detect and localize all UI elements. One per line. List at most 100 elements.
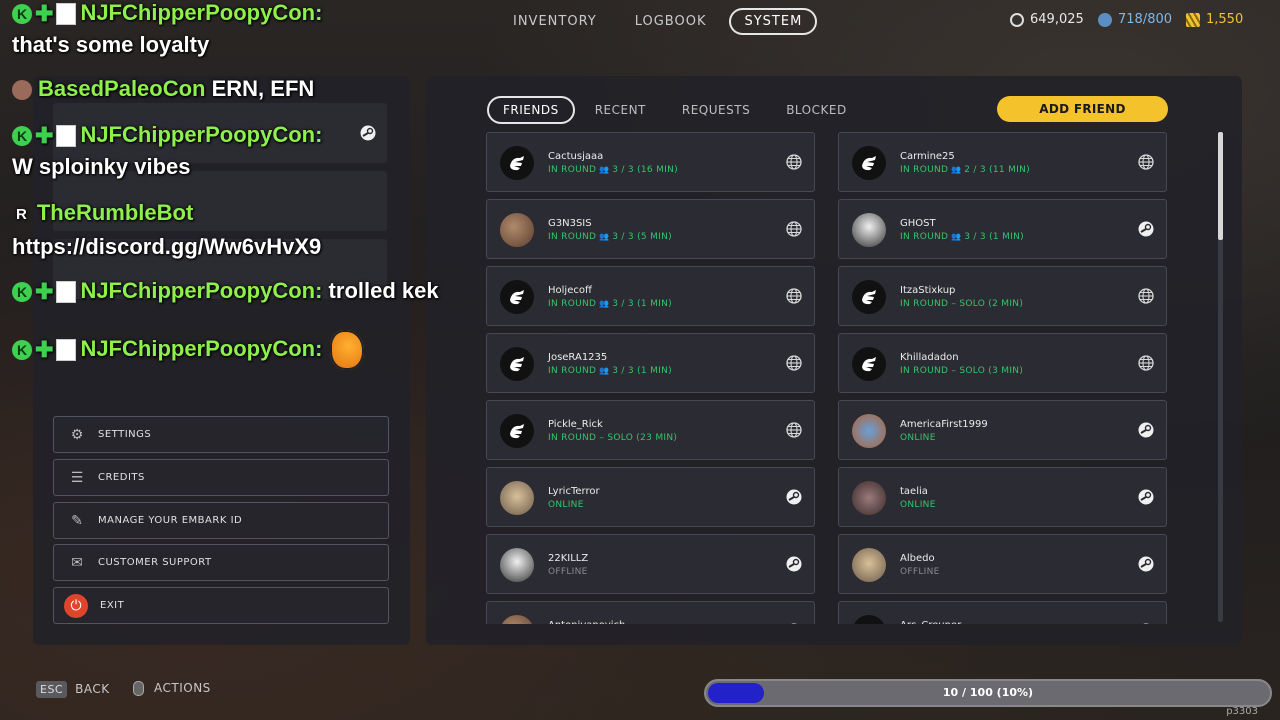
customer-support-button[interactable]: ✉ CUSTOMER SUPPORT [53, 544, 389, 581]
friend-status-text: IN ROUND [548, 299, 597, 309]
friend-card[interactable]: G3N3SIS IN ROUND 👥 3 / 3 (5 MIN) [486, 199, 815, 259]
steam-icon [360, 125, 376, 141]
add-friend-button[interactable]: ADD FRIEND [997, 96, 1168, 122]
chat-line: K ✚ NJFChipperPoopyCon: [12, 0, 322, 27]
embark-avatar-icon [500, 414, 534, 448]
steam-icon [1138, 489, 1154, 505]
steam-icon [1138, 556, 1154, 572]
friends-scrollbar-thumb[interactable] [1218, 132, 1223, 240]
embark-avatar-icon [500, 347, 534, 381]
friend-status: OFFLINE [900, 567, 940, 577]
party-size: 3 / 3 (1 MIN) [964, 232, 1024, 242]
credits-icon: ☰ [70, 469, 84, 486]
tab-inventory[interactable]: INVENTORY [498, 8, 612, 35]
rumble-logo-icon: R [16, 205, 27, 223]
chat-username: NJFChipperPoopyCon: [80, 122, 323, 147]
chat-line: K ✚ NJFChipperPoopyCon: trolled kek [12, 278, 439, 305]
party-icon: 👥 [596, 165, 613, 174]
avatar [852, 481, 886, 515]
tab-system[interactable]: SYSTEM [729, 8, 818, 35]
friend-card[interactable]: AmericaFirst1999 ONLINE [838, 400, 1167, 460]
friend-name: Albedo [900, 553, 935, 564]
manage-embark-id-label: MANAGE YOUR EMBARK ID [98, 515, 243, 526]
currency-tokens-value: 718/800 [1118, 12, 1173, 27]
friend-name: taelia [900, 486, 928, 497]
friend-status: IN ROUND 👥 3 / 3 (1 MIN) [548, 299, 672, 309]
friend-card[interactable]: Albedo OFFLINE [838, 534, 1167, 594]
globe-icon [1138, 288, 1154, 304]
friend-status: ONLINE [548, 500, 584, 510]
embark-avatar-icon [500, 280, 534, 314]
friend-name: 22KILLZ [548, 553, 589, 564]
mouse-icon [133, 681, 144, 696]
tab-requests[interactable]: REQUESTS [666, 96, 766, 124]
exit-button[interactable]: ⏻ EXIT [53, 587, 389, 624]
multibucks-icon [1186, 12, 1200, 27]
friend-card[interactable]: Khilladadon IN ROUND – SOLO (3 MIN) [838, 333, 1167, 393]
avatar [500, 481, 534, 515]
avatar [852, 548, 886, 582]
friend-status: IN ROUND – SOLO (23 MIN) [548, 433, 677, 443]
chat-message: W sploinky vibes [12, 154, 191, 179]
currency-multibucks-value: 1,550 [1206, 12, 1244, 27]
broken-image-icon [56, 3, 77, 26]
settings-button[interactable]: ⚙ SETTINGS [53, 416, 389, 453]
credits-button[interactable]: ☰ CREDITS [53, 459, 389, 496]
friend-status: IN ROUND 👥 3 / 3 (16 MIN) [548, 165, 678, 175]
emote-icon [330, 330, 365, 370]
friend-status: IN ROUND 👥 3 / 3 (1 MIN) [548, 366, 672, 376]
friend-status: ONLINE [900, 500, 936, 510]
kick-badge-icon: K [12, 4, 32, 25]
friend-status-text: ONLINE [548, 500, 584, 510]
friend-card[interactable]: Holjecoff IN ROUND 👥 3 / 3 (1 MIN) [486, 266, 815, 326]
chat-username: NJFChipperPoopyCon: [80, 278, 323, 303]
back-label: BACK [75, 682, 110, 696]
customer-support-label: CUSTOMER SUPPORT [98, 557, 212, 568]
back-hint[interactable]: ESC BACK [36, 681, 110, 698]
steam-icon [1138, 221, 1154, 237]
friend-card[interactable]: ItzaStixkup IN ROUND – SOLO (2 MIN) [838, 266, 1167, 326]
broken-image-icon [56, 281, 77, 304]
tab-logbook[interactable]: LOGBOOK [620, 8, 722, 35]
friend-card[interactable]: Antonivanovich [486, 601, 815, 624]
friend-status: IN ROUND 👥 3 / 3 (1 MIN) [900, 232, 1024, 242]
globe-icon [786, 422, 802, 438]
friend-name: Holjecoff [548, 285, 592, 296]
friend-name: AmericaFirst1999 [900, 419, 988, 430]
friend-card[interactable]: Arc_Creuner [838, 601, 1167, 624]
friend-card[interactable]: Carmine25 IN ROUND 👥 2 / 3 (11 MIN) [838, 132, 1167, 192]
friend-card[interactable]: GHOST IN ROUND 👥 3 / 3 (1 MIN) [838, 199, 1167, 259]
friend-card[interactable]: taelia ONLINE [838, 467, 1167, 527]
friend-card[interactable]: LyricTerror ONLINE [486, 467, 815, 527]
friend-status: IN ROUND – SOLO (3 MIN) [900, 366, 1023, 376]
plus-badge-icon: ✚ [35, 337, 54, 362]
tab-friends[interactable]: FRIENDS [487, 96, 575, 124]
friend-name: LyricTerror [548, 486, 600, 497]
exit-label: EXIT [100, 600, 125, 611]
gear-icon: ⚙ [70, 426, 84, 443]
friend-status-text: IN ROUND [548, 366, 597, 376]
actions-hint[interactable]: ACTIONS [133, 681, 211, 696]
globe-icon [1138, 154, 1154, 170]
friend-name: JoseRA1235 [548, 352, 608, 363]
friend-status-text: OFFLINE [548, 567, 588, 577]
friend-card[interactable]: JoseRA1235 IN ROUND 👥 3 / 3 (1 MIN) [486, 333, 815, 393]
friend-status: OFFLINE [548, 567, 588, 577]
settings-label: SETTINGS [98, 429, 152, 440]
embark-avatar-icon [852, 280, 886, 314]
friend-card[interactable]: Cactusjaaa IN ROUND 👥 3 / 3 (16 MIN) [486, 132, 815, 192]
party-icon: 👥 [948, 232, 965, 241]
friend-name: Khilladadon [900, 352, 959, 363]
friend-name: Cactusjaaa [548, 151, 604, 162]
chat-support-icon: ✉ [71, 554, 83, 571]
friend-status: IN ROUND 👥 3 / 3 (5 MIN) [548, 232, 672, 242]
globe-icon [786, 221, 802, 237]
tab-blocked[interactable]: BLOCKED [770, 96, 863, 124]
tab-recent[interactable]: RECENT [579, 96, 662, 124]
manage-embark-id-button[interactable]: ✎ MANAGE YOUR EMBARK ID [53, 502, 389, 539]
chat-username: TheRumbleBot [36, 200, 194, 225]
friend-card[interactable]: Pickle_Rick IN ROUND – SOLO (23 MIN) [486, 400, 815, 460]
chat-line: BasedPaleoCon ERN, EFN [12, 76, 314, 102]
friend-status-text: IN ROUND [900, 165, 949, 175]
friend-card[interactable]: 22KILLZ OFFLINE [486, 534, 815, 594]
